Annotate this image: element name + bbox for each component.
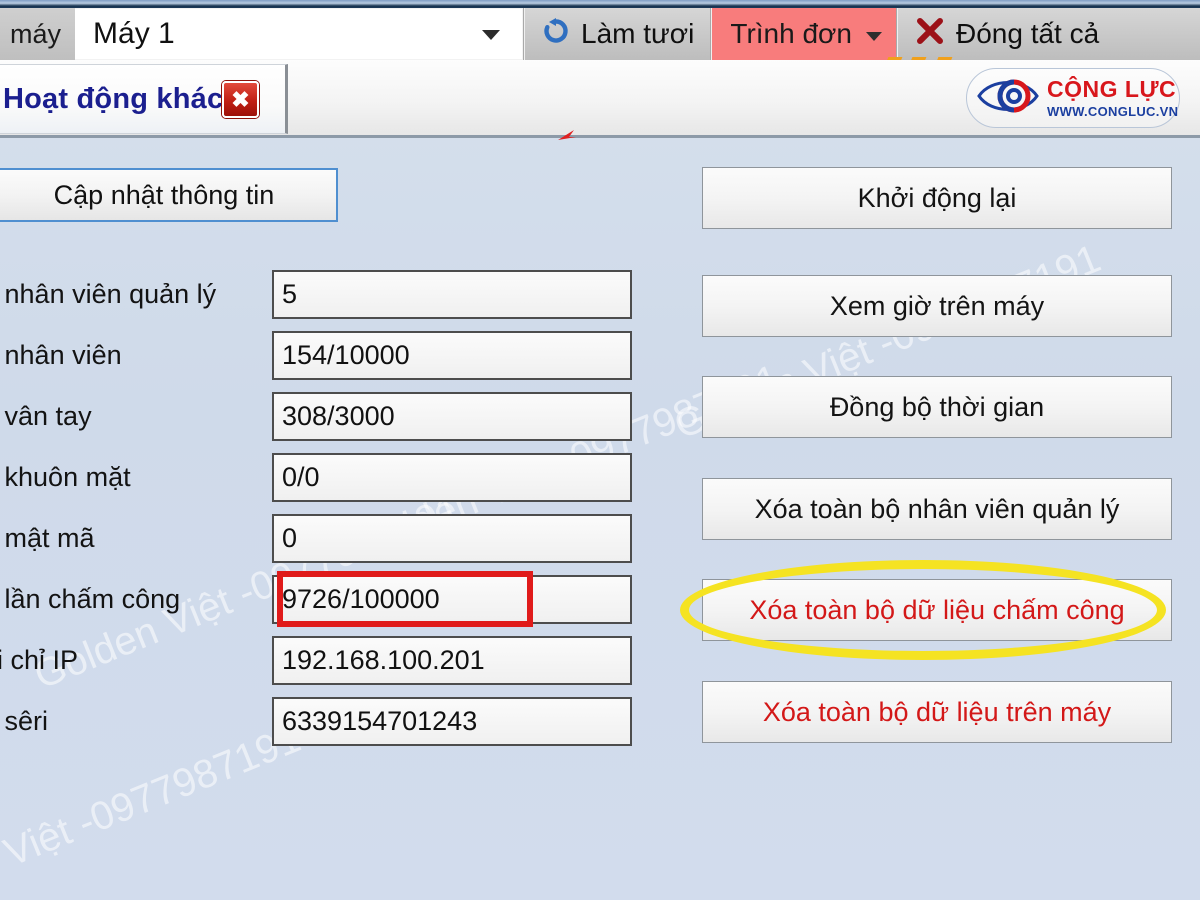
tab-other-activities[interactable]: Hoạt động khác ✖ xyxy=(0,64,288,134)
field-row-admin-count: ố nhân viên quản lý 5 xyxy=(0,268,660,320)
window-title-bar-edge xyxy=(0,0,1200,8)
x-cross-icon xyxy=(914,15,946,54)
menu-button[interactable]: Trình đơn xyxy=(712,8,896,60)
field-value-admin-count[interactable]: 5 xyxy=(272,269,632,319)
delete-all-machine-data-button[interactable]: Xóa toàn bộ dữ liệu trên máy xyxy=(702,681,1172,743)
field-label: ố mật mã xyxy=(0,522,95,553)
field-label: ố nhân viên quản lý xyxy=(0,278,217,309)
close-all-button[interactable]: Đóng tất cả xyxy=(898,8,1115,60)
field-row-employee-count: ố nhân viên 154/10000 xyxy=(0,329,660,381)
field-value-password-count[interactable]: 0 xyxy=(272,513,632,563)
caret-down-icon[interactable] xyxy=(865,31,882,41)
chevron-down-icon[interactable] xyxy=(482,30,501,40)
field-row-fingerprint-count: ố vân tay 308/3000 xyxy=(0,390,660,442)
restart-button[interactable]: Khởi động lại xyxy=(702,167,1172,229)
field-row-serial-number: ố sêri 6339154701243 xyxy=(0,695,660,747)
field-value-serial-number[interactable]: 6339154701243 xyxy=(272,696,632,746)
logo-brand: CỘNG LỰC xyxy=(1047,76,1177,102)
field-value-fingerprint-count[interactable]: 308/3000 xyxy=(272,391,632,441)
delete-all-admins-button[interactable]: Xóa toàn bộ nhân viên quản lý xyxy=(702,478,1172,540)
field-row-attendance-count: ố lần chấm công 9726/100000 xyxy=(0,573,660,625)
close-all-label: Đóng tất cả xyxy=(955,18,1100,49)
eye-c-logo-icon xyxy=(977,74,1039,123)
field-row-password-count: ố mật mã 0 xyxy=(0,512,660,564)
toolbar: máy Máy 1 Làm tươi Trình đơn Đóng tất cả xyxy=(0,8,1200,60)
field-value-ip-address[interactable]: 192.168.100.201 xyxy=(272,635,632,685)
machine-select[interactable]: Máy 1 xyxy=(75,8,524,60)
field-label: ố nhân viên xyxy=(0,339,122,370)
close-x-icon[interactable]: ✖ xyxy=(222,81,259,118)
sync-time-button[interactable]: Đồng bộ thời gian xyxy=(702,376,1172,438)
field-label: ố khuôn mặt xyxy=(0,461,131,492)
update-info-button[interactable]: Cập nhật thông tin xyxy=(0,168,338,222)
machine-select-value: Máy 1 xyxy=(93,17,175,50)
menu-label: Trình đơn xyxy=(730,18,852,49)
view-machine-time-button[interactable]: Xem giờ trên máy xyxy=(702,275,1172,337)
field-value-employee-count[interactable]: 154/10000 xyxy=(272,330,632,380)
delete-all-attendance-data-button[interactable]: Xóa toàn bộ dữ liệu chấm công xyxy=(702,579,1172,641)
field-label: ố sêri xyxy=(0,705,49,736)
field-value-face-count[interactable]: 0/0 xyxy=(272,452,632,502)
red-arrow-artifact xyxy=(556,128,578,142)
attendance-machine-window: máy Máy 1 Làm tươi Trình đơn Đóng tất cả… xyxy=(0,0,1200,900)
company-logo: CỘNG LỰC WWW.CONGLUC.VN xyxy=(966,68,1180,128)
field-label: ố lần chấm công xyxy=(0,583,181,614)
field-value-attendance-count[interactable]: 9726/100000 xyxy=(272,574,632,624)
field-row-ip-address: ại chỉ IP 192.168.100.201 xyxy=(0,634,660,686)
field-label: ố vân tay xyxy=(0,400,92,431)
refresh-label: Làm tươi xyxy=(581,18,695,49)
machine-select-label: máy xyxy=(0,8,76,60)
tab-label: Hoạt động khác xyxy=(3,82,224,115)
refresh-button[interactable]: Làm tươi xyxy=(525,8,710,60)
logo-text-block: CỘNG LỰC WWW.CONGLUC.VN xyxy=(1047,76,1179,119)
logo-url: WWW.CONGLUC.VN xyxy=(1047,104,1179,119)
field-row-face-count: ố khuôn mặt 0/0 xyxy=(0,451,660,503)
refresh-icon xyxy=(541,16,571,53)
field-label: ại chỉ IP xyxy=(0,644,79,675)
